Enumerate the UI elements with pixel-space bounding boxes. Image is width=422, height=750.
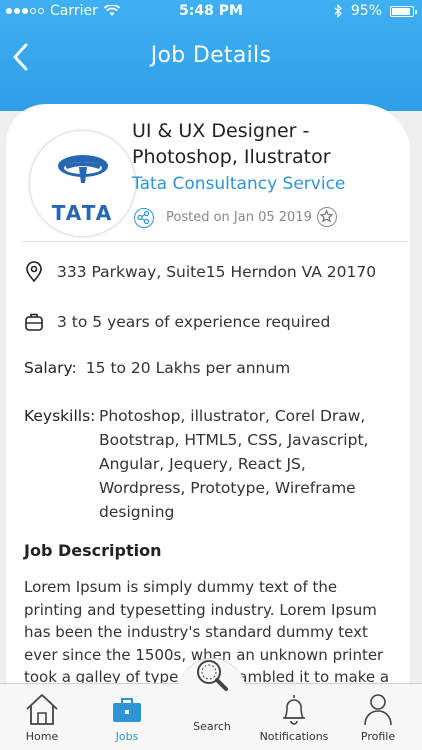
description-heading: Job Description [24, 541, 162, 560]
divider [22, 241, 408, 242]
salary-text: 15 to 20 Lakhs per annum [85, 359, 291, 377]
keyskills-label: Keyskills: [24, 407, 96, 425]
salary-row: Salary: 15 to 20 Lakhs per annum [24, 359, 290, 377]
location-pin-icon [26, 261, 42, 283]
tata-logo-icon [58, 155, 108, 183]
search-icon [197, 660, 228, 691]
address-text: 333 Parkway, Suite15 Herndon VA 20170 [57, 263, 377, 281]
header-bar: Carrier 5:48 PM 95% Job Details [0, 0, 422, 111]
experience-row: 3 to 5 years of experience required [24, 311, 330, 333]
person-icon [364, 694, 392, 726]
job-details-card: TATA UI & UX Designer - Photoshop, Ilust… [6, 104, 410, 704]
tab-notifications[interactable]: Notifications [259, 692, 329, 743]
home-icon [26, 694, 58, 725]
posted-date: Posted on Jan 05 2019 [166, 210, 312, 225]
battery-percent: 95% [350, 3, 382, 19]
tab-home-label: Home [25, 730, 59, 743]
keyskills-text: Photoshop, illustrator, Corel Draw, Boot… [99, 407, 369, 521]
star-icon [319, 209, 334, 223]
company-link[interactable]: Tata Consultancy Service [132, 174, 345, 194]
bell-icon [283, 695, 305, 725]
briefcase-icon [25, 313, 43, 331]
salary-label: Salary: [24, 359, 77, 377]
bluetooth-icon [334, 4, 342, 18]
tab-profile[interactable]: Profile [343, 692, 413, 743]
keyskills-row: Keyskills: Photoshop, illustrator, Corel… [24, 407, 389, 524]
company-logo: TATA [29, 130, 136, 237]
tab-jobs-label: Jobs [115, 730, 139, 743]
tab-notifications-label: Notifications [259, 730, 329, 743]
address-row: 333 Parkway, Suite15 Herndon VA 20170 [24, 261, 376, 283]
experience-text: 3 to 5 years of experience required [57, 313, 331, 331]
briefcase-icon [113, 698, 141, 722]
job-title: UI & UX Designer - Photoshop, Ilustrator [132, 120, 331, 168]
tab-home[interactable]: Home [7, 692, 77, 743]
status-bar: Carrier 5:48 PM 95% [0, 0, 422, 22]
battery-icon [390, 5, 417, 17]
favorite-button[interactable] [317, 207, 337, 227]
tab-profile-label: Profile [360, 730, 396, 743]
share-button[interactable] [134, 208, 154, 228]
logo-text: TATA [51, 201, 114, 225]
share-icon [137, 210, 150, 225]
page-title: Job Details [150, 43, 272, 68]
tab-search-label: Search [193, 720, 231, 733]
tab-jobs[interactable]: Jobs [92, 692, 162, 743]
